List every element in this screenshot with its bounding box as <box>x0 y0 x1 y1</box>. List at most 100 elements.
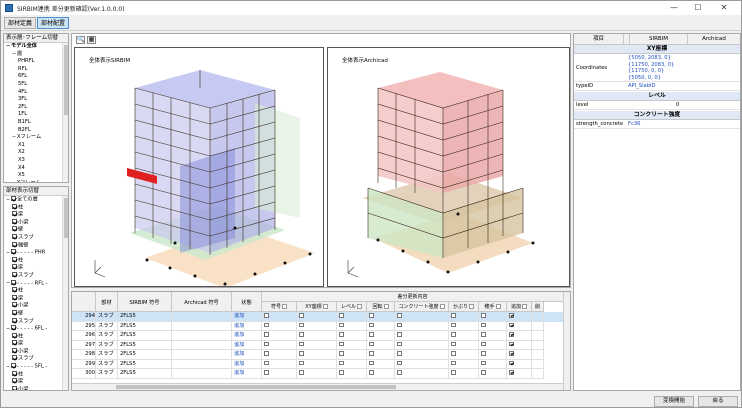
cell-id[interactable]: 294 <box>72 312 96 322</box>
col-sirbim[interactable]: SIRBIM 符号 <box>118 292 172 312</box>
member-tree-item[interactable]: 梁 <box>4 340 68 348</box>
checkbox[interactable] <box>12 233 17 239</box>
member-tree-item[interactable]: 壁 <box>4 309 68 318</box>
diff-check-cell[interactable] <box>337 369 367 379</box>
member-scrollbar[interactable] <box>62 196 68 390</box>
floor-tree-item[interactable]: X5 <box>4 172 68 180</box>
close-button[interactable]: ✕ <box>713 1 735 15</box>
cell-type[interactable]: スラブ <box>96 350 118 360</box>
cell-id[interactable]: 296 <box>72 331 96 341</box>
diff-check-cell[interactable] <box>479 369 507 379</box>
col-archicad[interactable]: Archicad 符号 <box>172 292 232 312</box>
diff-check-cell[interactable] <box>367 369 395 379</box>
checkbox[interactable] <box>481 322 486 328</box>
checkbox[interactable] <box>12 340 17 346</box>
subcol-4[interactable]: コンクリート強度 <box>395 302 449 312</box>
checkbox[interactable] <box>397 322 402 328</box>
cell-archicad[interactable] <box>172 312 232 322</box>
member-tree-item[interactable]: スラブ <box>4 233 68 242</box>
prop-strength[interactable]: strength_concrete Fc36 <box>574 120 740 129</box>
diff-check-cell[interactable] <box>507 312 532 322</box>
prop-typeid[interactable]: typeID API_SlabID <box>574 82 740 91</box>
checkbox[interactable] <box>11 249 16 255</box>
minimize-button[interactable]: — <box>663 1 685 15</box>
checkbox[interactable] <box>264 313 269 318</box>
diff-check-cell[interactable] <box>367 331 395 341</box>
checkbox[interactable] <box>451 341 456 347</box>
subcol-3[interactable]: 回転 <box>367 302 395 312</box>
checkbox[interactable] <box>509 370 514 375</box>
cell-type[interactable]: スラブ <box>96 331 118 341</box>
view-toggle-icon[interactable]: ▦ <box>87 36 96 44</box>
cell-type[interactable]: スラブ <box>96 359 118 369</box>
checkbox[interactable] <box>509 341 514 347</box>
diff-check-cell[interactable] <box>449 312 479 322</box>
checkbox[interactable] <box>339 313 344 318</box>
checkbox[interactable] <box>397 351 402 356</box>
floor-tree-item[interactable]: −層 <box>4 51 68 59</box>
checkbox[interactable] <box>481 313 486 318</box>
diff-check-cell[interactable] <box>532 369 544 379</box>
checkbox[interactable] <box>451 370 456 375</box>
checkbox[interactable] <box>299 322 304 328</box>
cell-id[interactable]: 299 <box>72 359 96 369</box>
member-tree-item[interactable]: 柱 <box>4 370 68 379</box>
diff-check-cell[interactable] <box>507 359 532 369</box>
checkbox[interactable] <box>12 378 17 384</box>
checkbox[interactable] <box>509 360 514 366</box>
diff-check-cell[interactable] <box>367 350 395 360</box>
checkbox[interactable] <box>451 332 456 337</box>
floor-tree-item[interactable]: B2FL <box>4 127 68 135</box>
diff-check-cell[interactable] <box>262 359 297 369</box>
checkbox[interactable] <box>12 287 17 293</box>
checkbox[interactable] <box>12 347 17 353</box>
checkbox[interactable] <box>11 279 16 285</box>
member-tree-item[interactable]: 小梁 <box>4 347 68 356</box>
diff-check-cell[interactable] <box>367 359 395 369</box>
checkbox[interactable] <box>12 294 17 300</box>
floor-tree-item[interactable]: −Yフレーム <box>4 180 68 182</box>
diff-check-cell[interactable] <box>297 369 337 379</box>
diff-check-cell[interactable] <box>262 340 297 350</box>
checkbox[interactable] <box>397 370 402 375</box>
cell-sirbim[interactable]: 2FLS5 <box>118 340 172 350</box>
diff-check-cell[interactable] <box>507 340 532 350</box>
checkbox[interactable] <box>339 322 344 328</box>
diff-check-cell[interactable] <box>297 331 337 341</box>
member-tree-item[interactable]: 小梁 <box>4 218 68 227</box>
checkbox[interactable] <box>12 203 17 209</box>
checkbox[interactable] <box>264 322 269 328</box>
checkbox[interactable] <box>451 360 456 366</box>
checkbox[interactable] <box>12 309 17 315</box>
diff-check-cell[interactable] <box>297 312 337 322</box>
cell-archicad[interactable] <box>172 331 232 341</box>
checkbox[interactable] <box>481 370 486 375</box>
diff-check-cell[interactable] <box>262 321 297 331</box>
checkbox[interactable] <box>509 351 514 356</box>
floor-tree-item[interactable]: 2FL <box>4 104 68 112</box>
diff-check-cell[interactable] <box>479 312 507 322</box>
back-button[interactable]: 戻る <box>698 396 738 407</box>
diff-check-cell[interactable] <box>337 340 367 350</box>
checkbox[interactable] <box>397 341 402 347</box>
member-tree-item[interactable]: 小梁 <box>4 302 68 310</box>
cell-type[interactable]: スラブ <box>96 340 118 350</box>
checkbox[interactable] <box>11 196 16 201</box>
cell-archicad[interactable] <box>172 369 232 379</box>
diff-check-cell[interactable] <box>449 340 479 350</box>
member-tree-item[interactable]: 柱 <box>4 203 68 212</box>
checkbox[interactable] <box>12 332 17 338</box>
checkbox[interactable] <box>339 370 344 375</box>
diff-check-cell[interactable] <box>297 350 337 360</box>
diff-check-cell[interactable] <box>449 321 479 331</box>
floor-tree-item[interactable]: 6FL <box>4 73 68 81</box>
member-tree-item[interactable]: 柱 <box>4 332 68 341</box>
diff-check-cell[interactable] <box>507 331 532 341</box>
diff-check-cell[interactable] <box>507 321 532 331</box>
maximize-button[interactable]: ☐ <box>687 1 709 15</box>
diff-check-cell[interactable] <box>367 321 395 331</box>
subcol-2[interactable]: レベル <box>337 302 367 312</box>
checkbox[interactable] <box>369 351 374 356</box>
table-row[interactable]: 297 スラブ 2FLS5 追加 <box>72 340 564 350</box>
diff-check-cell[interactable] <box>297 321 337 331</box>
